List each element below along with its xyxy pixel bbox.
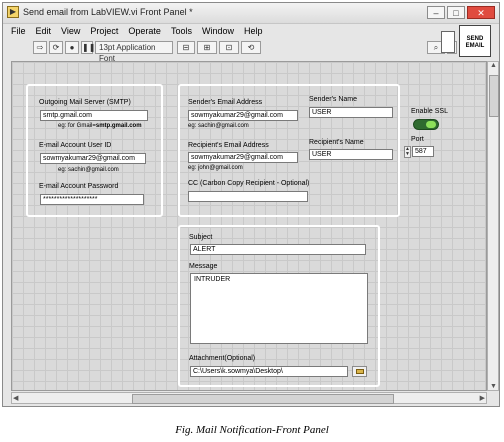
recipient-name-field[interactable]: USER <box>309 149 393 160</box>
smtp-server-label: Outgoing Mail Server (SMTP) <box>39 99 131 106</box>
subject-field[interactable]: ALERT <box>190 244 366 255</box>
account-password-field[interactable]: ******************** <box>40 194 144 205</box>
font-select[interactable]: 13pt Application Font <box>95 41 173 63</box>
labview-app-icon: ▶ <box>7 6 19 18</box>
window-controls: – □ ✕ <box>427 6 495 19</box>
account-user-id-label: E-mail Account User ID <box>39 142 112 149</box>
sender-name-label: Sender's Name <box>309 96 358 103</box>
folder-browse-icon[interactable] <box>352 366 367 377</box>
labview-window: ▶ Send email from LabVIEW.vi Front Panel… <box>2 2 500 407</box>
message-textarea[interactable]: INTRUDER <box>190 273 368 344</box>
window-title: Send email from LabVIEW.vi Front Panel * <box>23 7 193 17</box>
sender-name-field[interactable]: USER <box>309 107 393 118</box>
account-password-label: E-mail Account Password <box>39 183 119 190</box>
menu-bar: File Edit View Project Operate Tools Win… <box>3 24 499 38</box>
close-button[interactable]: ✕ <box>467 6 495 19</box>
horizontal-scrollbar[interactable]: ◀ ▶ <box>11 392 487 404</box>
scroll-down-icon[interactable]: ▼ <box>490 383 497 390</box>
scroll-up-icon[interactable]: ▲ <box>490 62 497 69</box>
reorder-icon[interactable]: ⟲ <box>241 41 261 54</box>
smtp-server-field[interactable]: smtp.gmail.com <box>40 110 148 121</box>
front-panel-canvas: Outgoing Mail Server (SMTP) smtp.gmail.c… <box>11 61 487 391</box>
horizontal-scroll-thumb[interactable] <box>132 394 394 404</box>
minimize-button[interactable]: – <box>427 6 445 19</box>
port-field[interactable]: 587 <box>412 146 434 157</box>
recipient-email-hint: eg: john@gmail.com <box>188 165 243 171</box>
enable-ssl-label: Enable SSL <box>411 108 448 115</box>
port-label: Port <box>411 136 424 143</box>
pause-icon[interactable]: ❚❚ <box>81 41 95 54</box>
scroll-left-icon[interactable]: ◀ <box>13 394 18 402</box>
menu-view[interactable]: View <box>61 26 80 36</box>
menu-project[interactable]: Project <box>90 26 118 36</box>
enable-ssl-toggle[interactable] <box>413 119 439 130</box>
account-user-id-field[interactable]: sowmyakumar29@gmail.com <box>40 153 146 164</box>
recipient-email-field[interactable]: sowmyakumar29@gmail.com <box>188 152 298 163</box>
run-arrow-icon[interactable]: ⇨ <box>33 41 47 54</box>
menu-help[interactable]: Help <box>244 26 263 36</box>
smtp-server-hint: eg: for Gmail=smtp.gmail.com <box>58 123 142 129</box>
menu-file[interactable]: File <box>11 26 26 36</box>
align-objects-icon[interactable]: ⊟ <box>177 41 195 54</box>
port-stepper[interactable]: ▲ ▼ <box>404 146 411 158</box>
menu-tools[interactable]: Tools <box>171 26 192 36</box>
scroll-right-icon[interactable]: ▶ <box>480 394 485 402</box>
recipient-name-label: Recipient's Name <box>309 139 364 146</box>
menu-window[interactable]: Window <box>202 26 234 36</box>
connector-pane-icon[interactable] <box>441 31 455 53</box>
vi-icon[interactable]: SEND EMAIL <box>459 25 491 57</box>
run-continuously-icon[interactable]: ⟳ <box>49 41 63 54</box>
sender-email-field[interactable]: sowmyakumar29@gmail.com <box>188 110 298 121</box>
menu-operate[interactable]: Operate <box>128 26 161 36</box>
cc-field[interactable] <box>188 191 308 202</box>
cc-label: CC (Carbon Copy Recipient - Optional) <box>188 180 310 187</box>
subject-label: Subject <box>189 234 213 241</box>
title-bar: ▶ Send email from LabVIEW.vi Front Panel… <box>3 3 499 24</box>
attachment-label: Attachment(Optional) <box>189 355 256 362</box>
figure-caption: Fig. Mail Notification-Front Panel <box>175 424 329 436</box>
restore-button[interactable]: □ <box>447 6 465 19</box>
menu-edit[interactable]: Edit <box>36 26 52 36</box>
vertical-scrollbar[interactable]: ▲ ▼ <box>487 61 499 391</box>
message-panel: Subject ALERT Message INTRUDER Attachmen… <box>178 225 380 387</box>
sender-email-label: Sender's Email Address <box>188 99 263 106</box>
sender-recipient-panel: Sender's Email Address sowmyakumar29@gma… <box>178 84 400 217</box>
toolbar: ⇨ ⟳ ● ❚❚ 13pt Application Font ⊟ ⊞ ⊡ ⟲ ⌕… <box>3 39 499 63</box>
vertical-scroll-thumb[interactable] <box>489 75 499 117</box>
distribute-objects-icon[interactable]: ⊞ <box>197 41 217 54</box>
account-user-id-hint: eg: sachin@gmail.com <box>58 167 119 173</box>
sender-email-hint: eg: sachin@gmail.com <box>188 123 249 129</box>
attachment-path-field[interactable]: C:\Users\k.sowmya\Desktop\ <box>190 366 348 377</box>
resize-objects-icon[interactable]: ⊡ <box>219 41 239 54</box>
smtp-settings-panel: Outgoing Mail Server (SMTP) smtp.gmail.c… <box>26 84 163 217</box>
abort-icon[interactable]: ● <box>65 41 79 54</box>
message-label: Message <box>189 263 218 270</box>
recipient-email-label: Recipient's Email Address <box>188 142 269 149</box>
